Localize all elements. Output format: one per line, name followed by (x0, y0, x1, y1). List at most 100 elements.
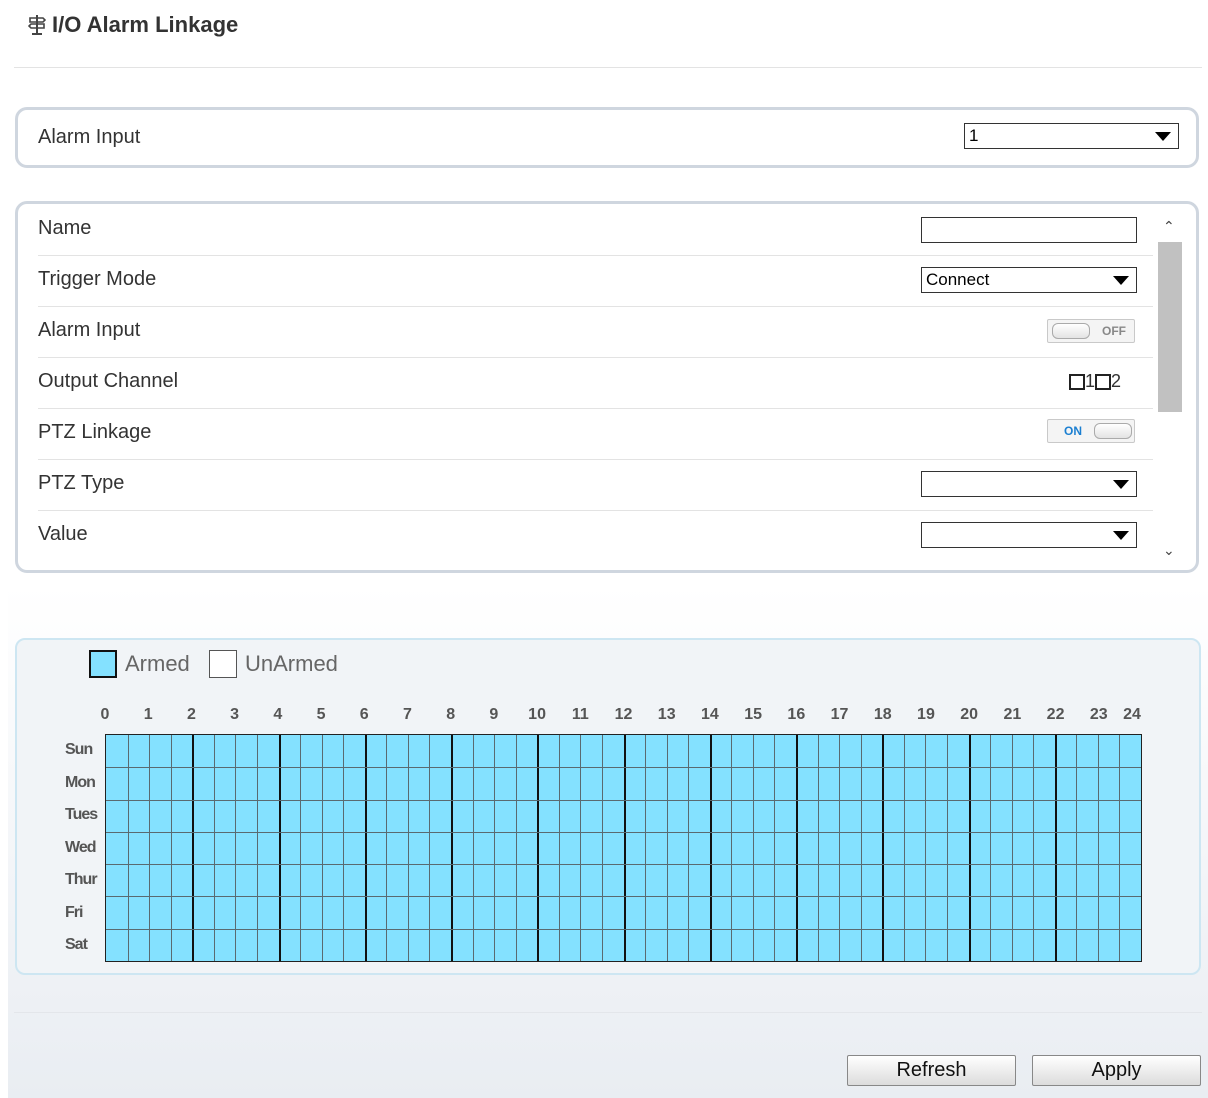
day-label: Sun (65, 741, 93, 758)
grid-column-line (1033, 735, 1035, 961)
ptz-type-row: PTZ Type (38, 459, 1153, 510)
hour-label: 5 (316, 706, 326, 723)
grid-column-line (990, 735, 992, 961)
grid-column-line (774, 735, 776, 961)
grid-column-line (601, 735, 603, 961)
ptz-linkage-toggle[interactable]: ON (1047, 419, 1135, 443)
footer-divider (14, 1012, 1202, 1013)
day-label: Fri (65, 903, 83, 921)
grid-column-line (364, 735, 367, 961)
grid-column-line (903, 735, 905, 961)
grid-column-line (213, 735, 215, 961)
alarm-input-select[interactable]: 1 (964, 123, 1179, 149)
hour-label: 19 (917, 706, 935, 723)
toggle-knob (1094, 423, 1132, 439)
scrollbar-thumb[interactable] (1158, 242, 1182, 412)
output-channel-2-checkbox[interactable] (1095, 373, 1112, 390)
trigger-mode-select[interactable]: Connect (921, 267, 1137, 293)
grid-row-line (106, 767, 1141, 769)
signpost-icon (28, 15, 46, 35)
hour-label: 15 (744, 706, 763, 723)
grid-column-line (882, 735, 885, 961)
grid-column-line (192, 735, 195, 961)
armed-swatch (89, 650, 117, 678)
ptz-type-select[interactable] (921, 471, 1137, 497)
page-title: I/O Alarm Linkage (52, 12, 239, 37)
grid-column-line (860, 735, 862, 961)
grid-column-line (127, 735, 129, 961)
output-channel-1-label: 1 (1085, 371, 1096, 391)
legend-armed[interactable]: Armed (89, 650, 190, 678)
value-select[interactable] (921, 522, 1137, 548)
toggle-knob (1052, 323, 1090, 339)
grid-column-line (278, 735, 281, 961)
day-label: Wed (65, 838, 97, 856)
day-label: Sat (65, 936, 88, 954)
scroll-up-icon[interactable]: ⌃ (1163, 218, 1175, 235)
value-row: Value (38, 510, 1153, 561)
grid-column-line (537, 735, 540, 961)
grid-column-line (300, 735, 302, 961)
output-channel-1-checkbox[interactable] (1069, 373, 1085, 390)
trigger-mode-label: Trigger Mode (38, 268, 157, 290)
hour-label: 7 (403, 706, 412, 723)
grid-column-line (386, 735, 388, 961)
grid-row-line (106, 928, 1141, 930)
ptz-type-label: PTZ Type (38, 472, 125, 494)
grid-column-line (1119, 735, 1121, 961)
grid-column-line (558, 735, 560, 961)
alarm-input-panel: Alarm Input 1 (15, 107, 1199, 168)
hour-label: 13 (657, 706, 676, 723)
grid-row-line (106, 864, 1141, 866)
name-input[interactable] (921, 217, 1137, 243)
grid-column-line (1054, 735, 1057, 961)
hour-label: 8 (446, 706, 456, 723)
legend-unarmed[interactable]: UnArmed (209, 650, 338, 678)
output-channel-row: Output Channel 1 2 (38, 357, 1153, 408)
grid-column-line (925, 735, 927, 961)
apply-button[interactable]: Apply (1032, 1055, 1201, 1086)
refresh-button[interactable]: Refresh (847, 1055, 1016, 1086)
dropdown-arrow-icon (1155, 132, 1171, 141)
value-label: Value (38, 523, 88, 545)
grid-column-line (709, 735, 712, 961)
grid-column-line (170, 735, 172, 961)
grid-column-line (645, 735, 647, 961)
ptz-linkage-row: PTZ Linkage ON (38, 408, 1153, 459)
grid-column-line (429, 735, 431, 961)
grid-column-line (623, 735, 626, 961)
day-label: Tues (65, 806, 98, 824)
grid-column-line (1011, 735, 1013, 961)
hour-label: 10 (528, 706, 546, 723)
grid-column-line (752, 735, 754, 961)
hour-label: 14 (701, 706, 719, 723)
arming-schedule-panel: Armed UnArmed 0 1 2 3 4 5 6 7 8 9 10 11 12 13 14 15 16 17… (15, 638, 1201, 975)
grid-column-line (731, 735, 733, 961)
grid-column-line (968, 735, 971, 961)
legend-unarmed-label: UnArmed (245, 651, 338, 676)
grid-column-line (946, 735, 948, 961)
hour-label: 18 (873, 706, 892, 723)
grid-row-line (106, 896, 1141, 898)
grid-column-line (1076, 735, 1078, 961)
grid-column-line (515, 735, 517, 961)
trigger-mode-value: Connect (926, 270, 990, 289)
hour-label: 17 (830, 706, 849, 723)
alarm-input-toggle[interactable]: OFF (1047, 319, 1135, 343)
name-row: Name (38, 204, 1153, 255)
hour-label: 22 (1046, 706, 1065, 723)
scroll-down-icon[interactable]: ⌄ (1163, 542, 1175, 559)
legend-armed-label: Armed (125, 651, 190, 676)
grid-column-line (580, 735, 582, 961)
grid-column-line (149, 735, 151, 961)
grid-column-line (666, 735, 668, 961)
toggle-state-text: ON (1064, 424, 1082, 438)
settings-scrollbar[interactable]: ⌃ ⌄ (1156, 212, 1184, 562)
grid-column-line (472, 735, 474, 961)
schedule-grid[interactable] (105, 734, 1142, 962)
day-label: Thur (65, 871, 98, 889)
output-channel-label: Output Channel (38, 370, 179, 392)
grid-column-line (1097, 735, 1099, 961)
unarmed-swatch (209, 650, 237, 678)
grid-column-line (451, 735, 453, 961)
